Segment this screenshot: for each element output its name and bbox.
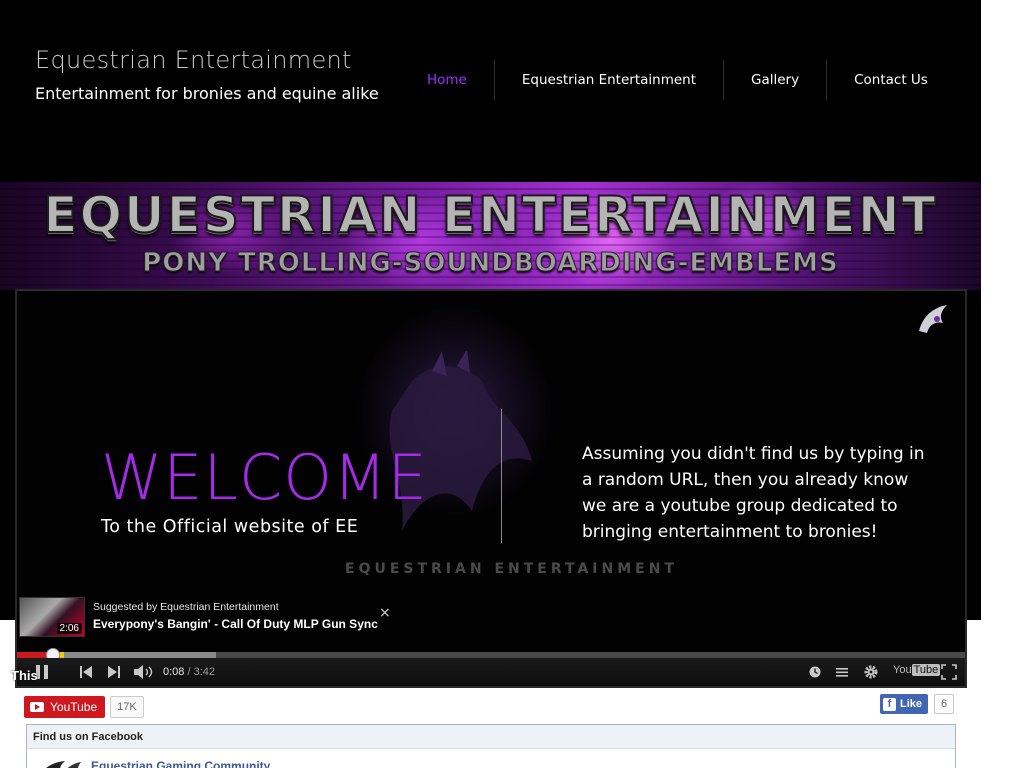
banner-subtitle: PONY TROLLING-SOUNDBOARDING-EMBLEMS [142,248,839,279]
previous-icon[interactable] [79,666,93,678]
nav-item-gallery[interactable]: Gallery [724,60,828,100]
nav-item-home[interactable]: Home [400,60,495,100]
nav-item-equestrian-entertainment[interactable]: Equestrian Entertainment [495,60,724,100]
facebook-icon: f [883,697,896,711]
settings-gear-icon[interactable] [863,664,879,680]
facebook-like-button[interactable]: f Like [880,694,929,714]
suggested-video-title[interactable]: Everypony's Bangin' - Call Of Duty MLP G… [93,617,378,631]
suggested-video-duration: 2:06 [56,623,82,634]
time-display: 0:08 / 3:42 [163,662,215,682]
header-banner: EQUESTRIAN ENTERTAINMENT PONY TROLLING-S… [0,182,981,290]
total-duration: / 3:42 [184,666,215,678]
youtube-button-label: YouTube [50,700,98,714]
volume-icon[interactable] [133,665,155,679]
overlay-text-fragment: This [11,668,38,683]
intro-text: Assuming you didn't find us by typing in… [582,444,925,542]
facebook-like-widget: f Like 6 [880,694,955,714]
video-frame[interactable]: WELCOME To the Official website of EE As… [17,291,965,686]
facebook-like-count: 6 [934,694,955,714]
suggested-by-label: Suggested by Equestrian Entertainment [93,601,279,613]
watch-later-icon[interactable] [809,666,821,678]
site-title[interactable]: Equestrian Entertainment [35,46,352,74]
page: Equestrian Entertainment Entertainment f… [0,0,1024,768]
site-tagline: Entertainment for bronies and equine ali… [35,84,379,103]
facebook-box-header: Find us on Facebook [27,725,955,749]
suggested-video-card[interactable]: 2:06 Suggested by Equestrian Entertainme… [17,597,427,641]
youtube-subscriber-count: 17K [110,696,144,718]
playlist-icon[interactable] [835,666,849,678]
main-nav: Home Equestrian Entertainment Gallery Co… [400,60,955,100]
welcome-subheading: To the Official website of EE [101,517,359,537]
page-logo-icon[interactable] [37,758,83,768]
youtube-subscribe-button[interactable]: YouTube [24,696,106,718]
youtube-subscribe-widget: YouTube 17K [24,696,144,718]
close-icon[interactable]: × [379,605,391,621]
fullscreen-icon[interactable] [941,664,957,680]
channel-watermark-icon[interactable] [913,301,951,339]
facebook-page-box: Find us on Facebook Equestrian Gaming Co… [26,724,956,768]
facebook-page-name-link[interactable]: Equestrian Gaming Community [91,759,270,768]
video-watermark-text: EQUESTRIAN ENTERTAINMENT [345,561,678,577]
facebook-like-label: Like [900,698,923,710]
banner-title: EQUESTRIAN ENTERTAINMENT [42,185,938,245]
suggested-video-thumbnail[interactable]: 2:06 [19,597,85,637]
welcome-heading: WELCOME [101,441,428,514]
youtube-logo-icon[interactable]: You Tube [893,664,941,680]
nav-item-contact-us[interactable]: Contact Us [827,60,955,100]
youtube-video-player[interactable]: WELCOME To the Official website of EE As… [15,289,967,688]
next-icon[interactable] [107,666,121,678]
youtube-play-icon [30,702,44,712]
player-controls: 0:08 / 3:42 You Tube [17,658,965,686]
divider [501,409,502,543]
current-time: 0:08 [163,666,185,678]
